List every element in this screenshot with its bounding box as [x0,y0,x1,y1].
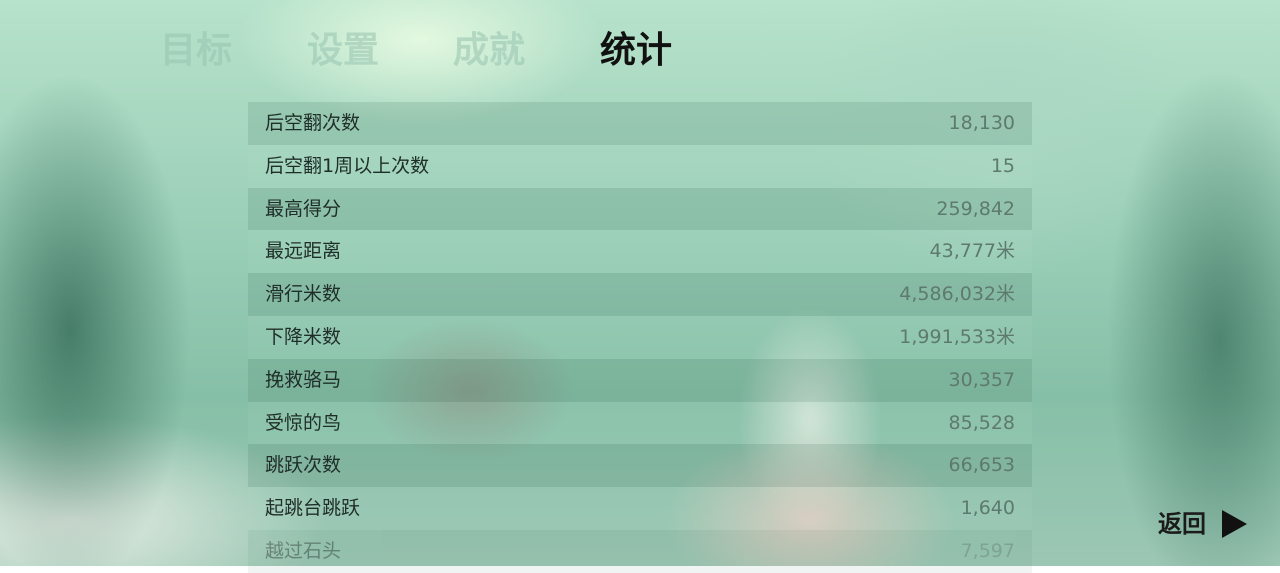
play-triangle-icon [1222,510,1247,538]
stat-value: 15 [990,154,1015,177]
stat-label: 后空翻次数 [265,112,361,134]
stat-value: 43,777米 [929,240,1015,263]
stat-row-meters-descended: 下降米数 1,991,533米 [248,315,1032,359]
stat-label: 后空翻1周以上次数 [265,154,430,177]
stat-label: 受惊的鸟 [265,411,342,434]
stat-row-llamas-rescued: 挽救骆马 30,357 [248,358,1032,402]
stat-row-multi-backflips: 后空翻1周以上次数 15 [248,144,1032,188]
stat-row-meters-glided: 滑行米数 4,586,032米 [248,273,1032,316]
stat-row-birds-startled: 受惊的鸟 85,528 [248,401,1032,445]
stat-row-high-score: 最高得分 259,842 [248,187,1032,231]
stat-value: 18,130 [948,112,1015,134]
stat-label: 滑行米数 [265,283,342,306]
stat-value: 7,597 [960,539,1015,562]
stat-row-rocks-cleared: 越过石头 7,597 [248,529,1032,573]
tab-goals[interactable]: 目标 [160,26,232,76]
tab-settings[interactable]: 设置 [307,26,379,76]
stat-row-backflips: 后空翻次数 18,130 [248,102,1032,145]
tab-achievements[interactable]: 成就 [453,26,525,76]
stat-value: 259,842 [936,197,1015,220]
tab-statistics[interactable]: 统计 [600,26,672,76]
stat-value: 30,357 [948,368,1015,391]
stat-label: 起跳台跳跃 [265,497,361,520]
stat-row-ramp-jumps: 起跳台跳跃 1,640 [248,487,1032,530]
stat-row-jumps: 跳跃次数 66,653 [248,444,1032,488]
stat-label: 下降米数 [265,325,342,348]
stat-label: 越过石头 [265,539,342,562]
stats-list[interactable]: 后空翻次数 18,130 后空翻1周以上次数 15 最高得分 259,842 最… [248,102,1032,573]
stat-value: 66,653 [948,454,1015,477]
stat-value: 1,991,533米 [899,325,1015,348]
stat-value: 4,586,032米 [899,283,1015,306]
stat-value: 1,640 [960,497,1015,520]
back-label: 返回 [1158,510,1206,538]
stat-label: 跳跃次数 [265,454,342,477]
stat-row-longest-distance: 最远距离 43,777米 [248,230,1032,274]
stat-label: 最高得分 [265,197,342,220]
stat-label: 最远距离 [265,240,342,263]
stat-value: 85,528 [948,411,1015,434]
stat-label: 挽救骆马 [265,368,342,391]
